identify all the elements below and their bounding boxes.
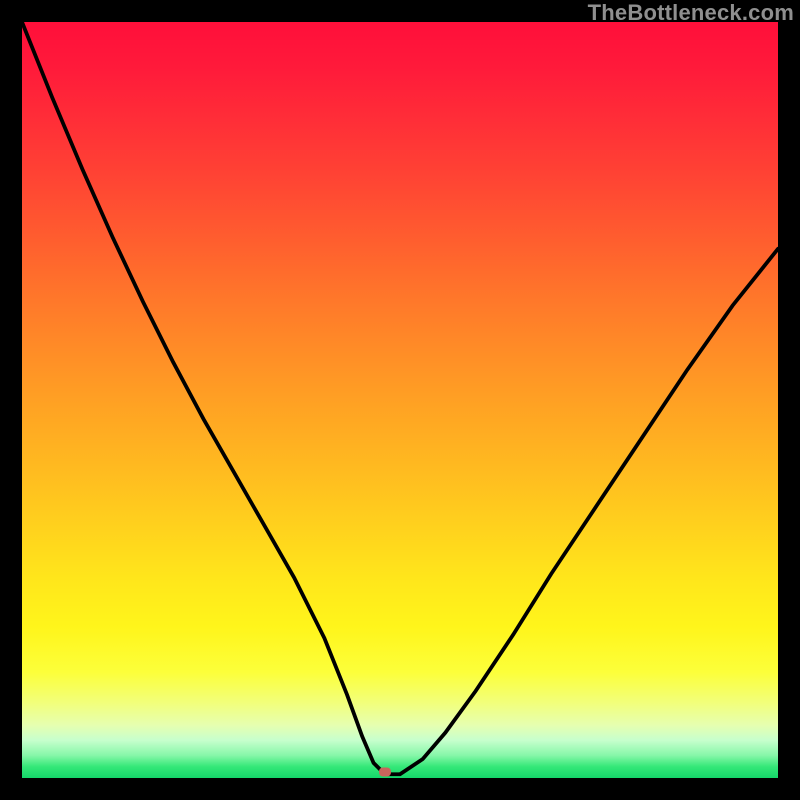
optimum-marker — [379, 767, 391, 776]
plot-area — [22, 22, 778, 778]
chart-frame: TheBottleneck.com — [0, 0, 800, 800]
bottleneck-curve — [22, 22, 778, 778]
watermark-text: TheBottleneck.com — [588, 0, 794, 26]
